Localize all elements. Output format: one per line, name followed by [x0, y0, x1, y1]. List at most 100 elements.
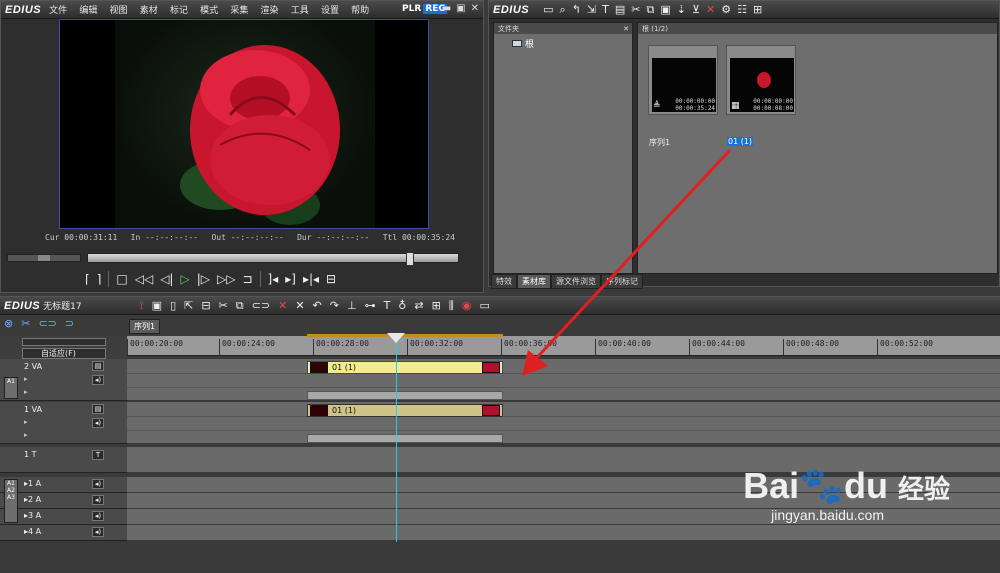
menu-capture[interactable]: 采集 [230, 6, 248, 16]
folder-close-icon[interactable]: ✕ [623, 25, 629, 33]
save-icon[interactable]: ▣ [152, 299, 162, 313]
copy-icon[interactable]: ⧉ [647, 3, 655, 17]
link-icon[interactable]: ⊂⊃ [252, 299, 270, 313]
track-header-1t[interactable]: 1 T T [0, 447, 127, 473]
trim-icon[interactable]: ▸|◂ [303, 272, 319, 286]
menu-clip[interactable]: 素材 [140, 6, 158, 16]
speaker-icon[interactable]: ◂) [92, 495, 104, 505]
paste-icon[interactable]: ▣ [660, 3, 670, 17]
properties-icon[interactable]: ⚙ [721, 3, 731, 17]
position-bar[interactable] [87, 252, 459, 266]
speaker-icon[interactable]: ◂) [92, 479, 104, 489]
rewind-icon[interactable]: ◁◁ [135, 272, 153, 286]
plr-label[interactable]: PLR [400, 4, 423, 14]
set-in-icon[interactable]: ⌈ [85, 272, 90, 286]
shuttle-knob[interactable] [38, 255, 50, 261]
maximize-icon[interactable]: ▣ [456, 3, 465, 14]
minimize-icon[interactable]: ▬ [442, 3, 451, 14]
output-icon[interactable]: ⊟ [326, 272, 336, 286]
grid-icon[interactable]: ⊞ [432, 299, 441, 313]
timeline-clip-2va[interactable]: 01 (1) [307, 361, 503, 374]
menu-edit[interactable]: 编辑 [79, 6, 97, 16]
menu-help[interactable]: 帮助 [351, 6, 369, 16]
up-folder-icon[interactable]: ↰ [572, 3, 581, 17]
title-track-icon[interactable]: T [92, 450, 104, 460]
import-icon[interactable]: ⇲ [587, 3, 596, 17]
insert-icon[interactable]: ]◂ [268, 272, 279, 286]
zoom-slider[interactable] [22, 338, 106, 346]
audio-patch[interactable]: A1 A2 A3 [4, 479, 18, 523]
menu-view[interactable]: 视图 [110, 6, 128, 16]
layout-icon[interactable]: ▭ [479, 299, 489, 313]
shuttle-slider[interactable] [7, 254, 81, 262]
track-header-2a[interactable]: ▸2 A ◂) [0, 493, 127, 509]
position-head[interactable] [406, 252, 414, 266]
menu-mode[interactable]: 模式 [200, 6, 218, 16]
title-icon[interactable]: T [384, 299, 391, 313]
view-icon[interactable]: ☷ [737, 3, 747, 17]
expand-icon[interactable]: ▸ [24, 418, 28, 426]
add-timeline-icon[interactable]: ⇣ [677, 3, 686, 17]
mode-icon[interactable]: ⟟ [140, 299, 144, 313]
clip-sequence[interactable]: ≜ 00:00:00:00 00:00:35:24 [648, 45, 718, 115]
play-icon[interactable]: ▷ [180, 272, 189, 286]
ripple-delete-icon[interactable]: ✕ [295, 299, 304, 313]
video-toggle-icon[interactable]: ▤ [92, 404, 104, 414]
menu-render[interactable]: 渲染 [261, 6, 279, 16]
expand-icon[interactable]: ▸ [24, 375, 28, 383]
menu-settings[interactable]: 设置 [321, 6, 339, 16]
folder-root[interactable]: 根 [512, 37, 632, 50]
step-forward-icon[interactable]: |▷ [197, 272, 210, 286]
clip-rose[interactable]: ▦ 00:00:00:00 00:00:08:00 [726, 45, 796, 115]
loop-icon[interactable]: ⊐ [242, 272, 252, 286]
redo-icon[interactable]: ↷ [330, 299, 339, 313]
voice-icon[interactable]: ♁ [398, 299, 406, 313]
add-track-icon[interactable]: ⊻ [692, 3, 700, 17]
folder-icon[interactable]: ▭ [543, 3, 553, 17]
cut-icon[interactable]: ✂ [219, 299, 228, 313]
new-icon[interactable]: ▯ [170, 299, 176, 313]
expand-icon[interactable]: ▸ [24, 431, 28, 439]
tab-sequence[interactable]: 序列1 [129, 319, 161, 334]
timeline-clip-1va[interactable]: 01 (1) [307, 404, 503, 417]
group-icon[interactable]: ⊗ [4, 317, 13, 330]
snap-icon[interactable]: ⊶ [365, 299, 376, 313]
disk-icon[interactable]: ⊟ [201, 299, 210, 313]
audio-waveform[interactable] [307, 434, 503, 443]
audio-toggle-icon[interactable]: ◂) [92, 375, 104, 385]
track-header-2va[interactable]: 2 VA ▤ ◂) ▸ ▸ A1 [0, 359, 127, 401]
delete-icon[interactable]: ✕ [278, 299, 287, 313]
bin-menu-icon[interactable]: ⊞ [753, 3, 762, 17]
track-header-1va[interactable]: 1 VA ▤ ◂) ▸ ▸ [0, 402, 127, 444]
close-icon[interactable]: ✕ [471, 3, 479, 14]
track-header-4a[interactable]: ▸4 A ◂) [0, 525, 127, 541]
marker-icon[interactable]: ⊥ [347, 299, 357, 313]
search-icon[interactable]: ⌕ [560, 3, 566, 17]
expand-icon[interactable]: ▸ [24, 388, 28, 396]
record-icon[interactable]: ◉ [462, 299, 472, 313]
cut-mode-icon[interactable]: ✂ [21, 317, 30, 330]
menu-tools[interactable]: 工具 [291, 6, 309, 16]
menu-marker[interactable]: 标记 [170, 6, 188, 16]
copy-icon[interactable]: ⧉ [236, 299, 244, 313]
cut-icon[interactable]: ✂ [631, 3, 640, 17]
track-header-3a[interactable]: ▸3 A ◂) [0, 509, 127, 525]
mixer-icon[interactable]: ⫼ [449, 299, 454, 313]
audio-waveform[interactable] [307, 391, 503, 400]
menu-file[interactable]: 文件 [49, 6, 67, 16]
speaker-icon[interactable]: ◂) [92, 511, 104, 521]
stop-icon[interactable]: □ [116, 272, 127, 286]
track-header-1a[interactable]: ▸1 A ◂) [0, 477, 127, 493]
track-patch[interactable]: A1 [4, 377, 18, 399]
delete-icon[interactable]: ✕ [706, 3, 715, 17]
set-out-icon[interactable]: ⌉ [97, 272, 102, 286]
playhead-handle[interactable] [387, 333, 405, 343]
render-icon[interactable]: ⇄ [414, 299, 423, 313]
track-lane-4a[interactable] [127, 525, 1000, 541]
overwrite-icon[interactable]: ▸] [285, 272, 296, 286]
undo-icon[interactable]: ↶ [313, 299, 322, 313]
fast-forward-icon[interactable]: ▷▷ [217, 272, 235, 286]
color-bar-icon[interactable]: ▤ [615, 3, 625, 17]
link-mode-icon[interactable]: ⊂⊃ [38, 317, 56, 330]
video-toggle-icon[interactable]: ▤ [92, 361, 104, 371]
